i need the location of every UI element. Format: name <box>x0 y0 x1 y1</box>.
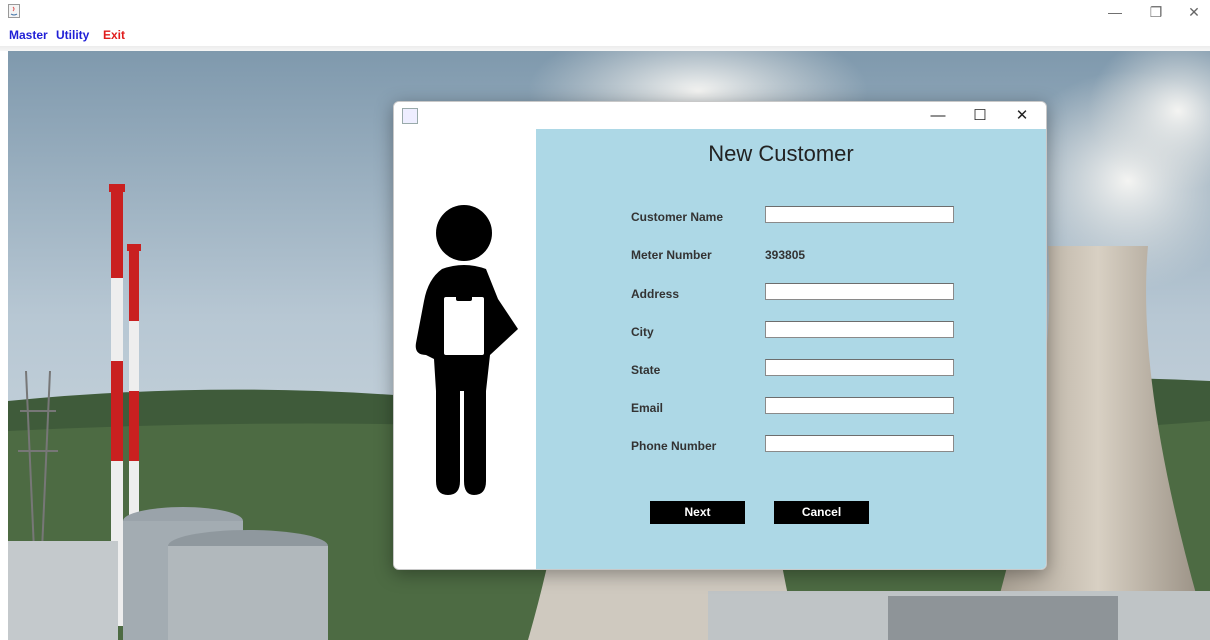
address-input[interactable] <box>765 283 954 300</box>
dialog-titlebar: — ☐ ✕ <box>394 102 1046 129</box>
customer-name-input[interactable] <box>765 206 954 223</box>
state-label: State <box>631 363 661 377</box>
customer-name-label: Customer Name <box>631 210 724 224</box>
meter-number-label: Meter Number <box>631 248 712 262</box>
dialog-maximize-button[interactable]: ☐ <box>966 105 994 127</box>
java-app-icon <box>8 4 20 18</box>
menu-bar: Master Utility Exit <box>0 24 1210 46</box>
new-customer-dialog: — ☐ ✕ New Customer Customer Name Meter N… <box>393 101 1047 570</box>
close-button[interactable]: ✕ <box>1183 2 1205 22</box>
minimize-button[interactable]: — <box>1104 2 1126 22</box>
address-label: Address <box>631 287 680 301</box>
main-titlebar: — ❐ ✕ <box>0 0 1210 24</box>
menu-utility[interactable]: Utility <box>56 28 89 42</box>
restore-button[interactable]: ❐ <box>1145 2 1167 22</box>
dialog-close-button[interactable]: ✕ <box>1008 105 1036 127</box>
menu-master[interactable]: Master <box>9 28 48 42</box>
java-app-icon <box>402 108 418 124</box>
phone-number-label: Phone Number <box>631 439 717 453</box>
city-label: City <box>631 325 654 339</box>
next-button[interactable]: Next <box>650 501 745 524</box>
city-input[interactable] <box>765 321 954 338</box>
menu-exit[interactable]: Exit <box>103 28 125 42</box>
email-label: Email <box>631 401 664 415</box>
illustration-panel <box>394 129 536 569</box>
email-input[interactable] <box>765 397 954 414</box>
meter-number-value: 393805 <box>765 248 806 262</box>
person-with-clipboard-icon <box>415 205 518 495</box>
customer-form-panel: New Customer Customer Name Meter Number … <box>536 129 1046 569</box>
cancel-button[interactable]: Cancel <box>774 501 869 524</box>
form-title: New Customer <box>708 141 854 166</box>
state-input[interactable] <box>765 359 954 376</box>
phone-number-input[interactable] <box>765 435 954 452</box>
dialog-minimize-button[interactable]: — <box>924 105 952 127</box>
